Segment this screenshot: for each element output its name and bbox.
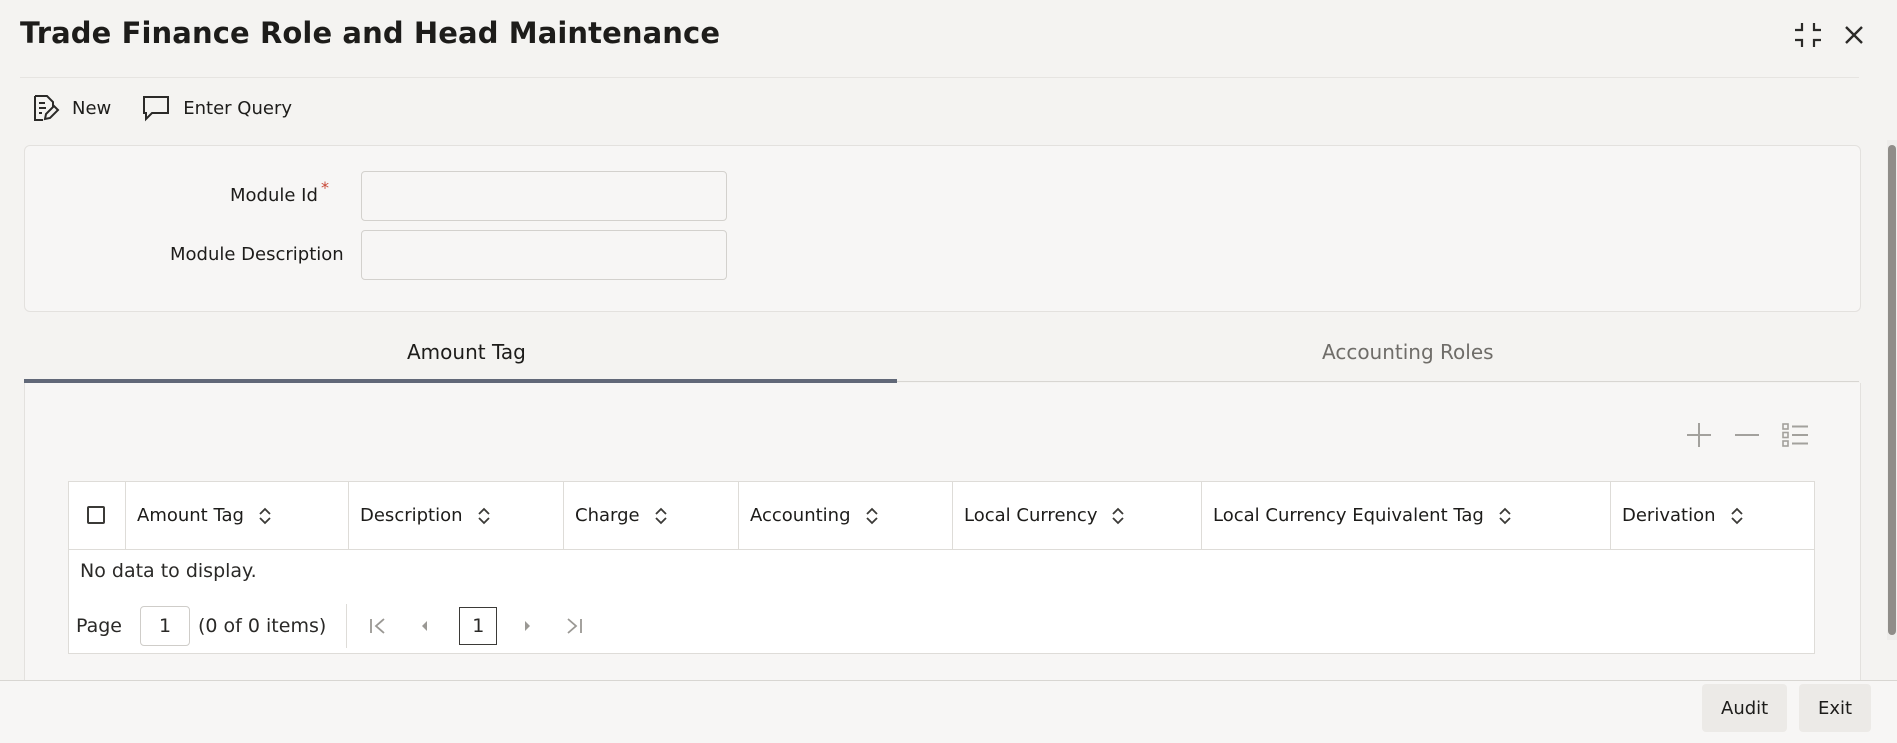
page-number-input[interactable]: [140, 606, 190, 646]
enter-query-label: Enter Query: [183, 97, 293, 119]
column-header-accounting[interactable]: Accounting: [739, 482, 953, 549]
pagination: Page (0 of 0 items) 1: [76, 604, 609, 648]
close-button[interactable]: [1837, 18, 1871, 52]
toolbar: New Enter Query: [30, 93, 292, 123]
footer-bar: [0, 680, 1897, 743]
tab-amount-tag[interactable]: Amount Tag: [407, 340, 526, 364]
tab-divider: [897, 381, 1859, 382]
select-all-cell: [69, 482, 126, 549]
sort-icon: [1112, 507, 1125, 524]
pager-divider: [346, 604, 348, 648]
column-header-label: Amount Tag: [137, 505, 244, 526]
enter-query-button[interactable]: Enter Query: [141, 93, 292, 123]
column-header-description[interactable]: Description: [349, 482, 564, 549]
close-icon: [1845, 26, 1863, 44]
empty-message: No data to display.: [80, 560, 257, 582]
new-document-icon: [34, 95, 60, 121]
grid-actions: [1684, 420, 1810, 450]
add-icon[interactable]: [1684, 420, 1714, 450]
column-header-derivation[interactable]: Derivation: [1611, 482, 1814, 549]
page-title: Trade Finance Role and Head Maintenance: [20, 16, 721, 50]
new-button[interactable]: New: [30, 93, 111, 123]
maximize-icon: [1795, 23, 1821, 47]
module-id-label: Module Id: [230, 185, 318, 206]
form-panel: [24, 145, 1861, 312]
tab-accounting-roles[interactable]: Accounting Roles: [1322, 340, 1494, 364]
items-count: (0 of 0 items): [198, 615, 327, 637]
sort-icon: [1730, 507, 1743, 524]
sort-icon: [259, 507, 271, 524]
list-icon[interactable]: [1780, 420, 1810, 450]
audit-button[interactable]: Audit: [1702, 684, 1788, 732]
sort-icon: [1499, 507, 1511, 524]
page-label: Page: [76, 615, 122, 637]
header-divider: [20, 77, 1859, 78]
module-id-input[interactable]: [361, 171, 727, 221]
module-description-input[interactable]: [361, 230, 727, 280]
amount-tag-table: Amount Tag Description Charge Accounting…: [68, 481, 1815, 654]
sort-icon: [477, 507, 490, 524]
module-description-label: Module Description: [170, 244, 344, 265]
last-page-icon[interactable]: [563, 615, 585, 637]
current-page-button[interactable]: 1: [459, 607, 498, 645]
next-page-icon[interactable]: [517, 615, 539, 637]
column-header-local-currency-equivalent-tag[interactable]: Local Currency Equivalent Tag: [1202, 482, 1611, 549]
comment-icon: [143, 96, 170, 122]
required-indicator: *: [321, 178, 329, 197]
select-all-checkbox[interactable]: [87, 506, 105, 524]
remove-icon[interactable]: [1732, 420, 1762, 450]
table-header: Amount Tag Description Charge Accounting…: [69, 482, 1814, 550]
sort-icon: [865, 507, 878, 524]
column-header-amount-tag[interactable]: Amount Tag: [126, 482, 349, 549]
column-header-label: Local Currency Equivalent Tag: [1213, 505, 1484, 526]
column-header-label: Local Currency: [964, 505, 1098, 526]
scrollbar-thumb[interactable]: [1888, 145, 1896, 635]
column-header-label: Accounting: [750, 505, 851, 526]
sort-icon: [654, 507, 667, 524]
column-header-label: Charge: [575, 505, 640, 526]
previous-page-icon[interactable]: [413, 615, 435, 637]
exit-button[interactable]: Exit: [1799, 684, 1872, 732]
maximize-button[interactable]: [1791, 18, 1825, 52]
new-label: New: [72, 97, 112, 119]
column-header-local-currency[interactable]: Local Currency: [953, 482, 1202, 549]
column-header-charge[interactable]: Charge: [564, 482, 739, 549]
column-header-label: Description: [360, 505, 463, 526]
first-page-icon[interactable]: [367, 615, 389, 637]
column-header-label: Derivation: [1622, 505, 1716, 526]
